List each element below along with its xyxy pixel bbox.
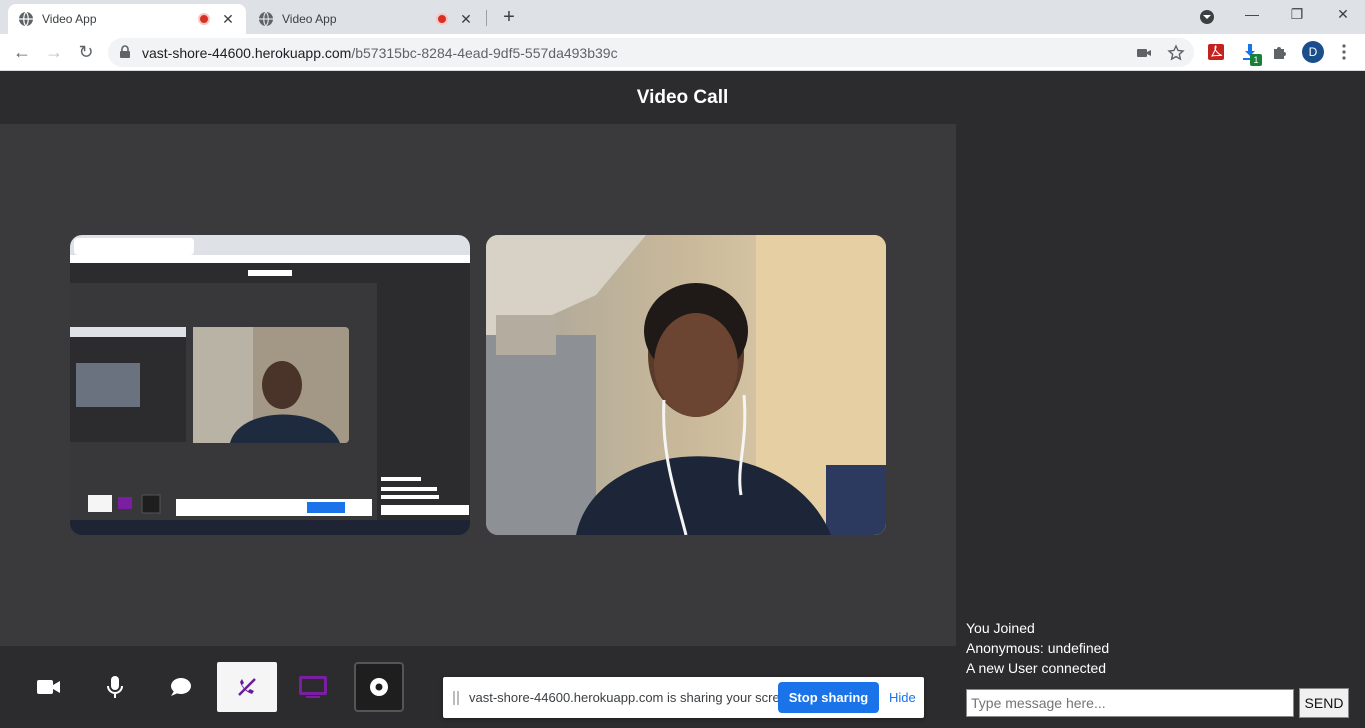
address-bar[interactable]: vast-shore-44600.herokuapp.com/b57315bc-… [108,38,1194,67]
url-text: vast-shore-44600.herokuapp.com/b57315bc-… [142,45,618,61]
profile-avatar[interactable]: D [1302,41,1324,63]
star-icon[interactable] [1167,44,1185,62]
tab-title: Video App [282,12,337,26]
screen-share-video [70,235,470,535]
restore-button[interactable]: ❐ [1285,6,1309,23]
new-tab-button[interactable]: + [498,6,520,29]
close-tab-icon[interactable]: ✕ [220,11,236,28]
sharing-message: vast-shore-44600.herokuapp.com is sharin… [469,690,798,705]
end-call-button[interactable] [217,662,277,712]
drag-handle-icon[interactable] [453,691,459,705]
reload-icon[interactable]: ↻ [74,40,98,64]
tab-search-icon[interactable] [1200,10,1214,24]
recording-icon [198,13,210,25]
chat-message: Anonymous: undefined [966,640,1110,656]
chat-message: You Joined [966,620,1035,636]
tab-title: Video App [42,12,97,26]
tab-video-app-2[interactable]: Video App ✕ [248,4,484,34]
screen-share-button[interactable] [283,662,343,712]
camera-video [486,235,886,535]
chat-message: A new User connected [966,660,1107,676]
mic-toggle-button[interactable] [85,662,145,712]
minimize-button[interactable]: — [1240,6,1264,22]
tab-strip: Video App ✕ Video App ✕ + — ❐ ✕ [0,0,1365,34]
chat-icon [171,678,191,696]
url-host: vast-shore-44600.herokuapp.com [142,45,352,61]
video-toggle-button[interactable] [19,662,79,712]
globe-icon [259,11,273,27]
chat-messages: You Joined Anonymous: undefined A new Us… [966,618,1356,678]
mic-icon [107,676,123,698]
tab-separator [486,10,487,26]
chat-message-input[interactable] [966,689,1294,717]
hide-link[interactable]: Hide [889,690,916,705]
globe-icon [19,11,33,27]
record-button[interactable] [354,662,404,712]
screen-share-icon [299,676,327,698]
send-button[interactable]: SEND [1299,688,1349,718]
extension-badge: 1 [1250,54,1262,66]
url-path: /b57315bc-8284-4ead-9df5-557da493b39c [351,45,618,61]
camera-icon[interactable] [1135,44,1153,62]
back-icon[interactable]: ← [10,40,34,64]
menu-icon[interactable] [1335,43,1353,61]
close-window-button[interactable]: ✕ [1331,6,1355,23]
video-icon [37,680,60,694]
chat-panel: You Joined Anonymous: undefined A new Us… [956,124,1365,728]
pdf-icon[interactable] [1207,43,1225,61]
lock-icon[interactable] [118,45,132,59]
record-icon [370,678,388,696]
puzzle-icon[interactable] [1271,43,1289,61]
chat-toggle-button[interactable] [151,662,211,712]
recording-icon [436,13,448,25]
stop-sharing-button[interactable]: Stop sharing [778,682,879,713]
end-call-icon [238,678,256,696]
screen-sharing-bar: vast-shore-44600.herokuapp.com is sharin… [443,677,924,718]
page-title: Video Call [636,86,729,108]
forward-icon[interactable]: → [42,40,66,64]
app-header: Video Call [0,71,1365,124]
close-tab-icon[interactable]: ✕ [458,11,474,28]
tab-video-app-1[interactable]: Video App ✕ [8,4,246,34]
browser-toolbar: ← → ↻ vast-shore-44600.herokuapp.com/b57… [0,34,1365,71]
video-grid [0,124,956,646]
